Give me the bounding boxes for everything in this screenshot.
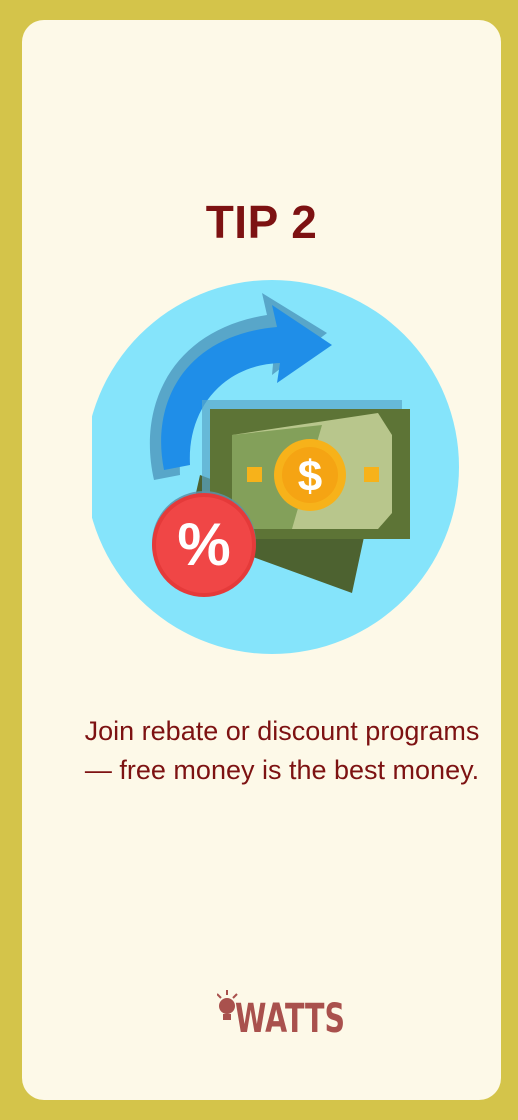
- logo-text: WATTS: [235, 996, 345, 1042]
- tip-description: Join rebate or discount programs — free …: [84, 716, 480, 785]
- dollar-sign: $: [298, 452, 322, 501]
- watts-logo: WATTS: [217, 990, 345, 1042]
- percent-badge-icon: %: [152, 491, 256, 597]
- tip-title: TIP 2: [205, 196, 318, 248]
- lightbulb-icon: [217, 990, 238, 1020]
- tip-card: TIP 2 $ % Join rebate or discount progra…: [22, 20, 501, 1100]
- percent-sign: %: [177, 511, 230, 578]
- money-discount-illustration: $ %: [92, 280, 459, 654]
